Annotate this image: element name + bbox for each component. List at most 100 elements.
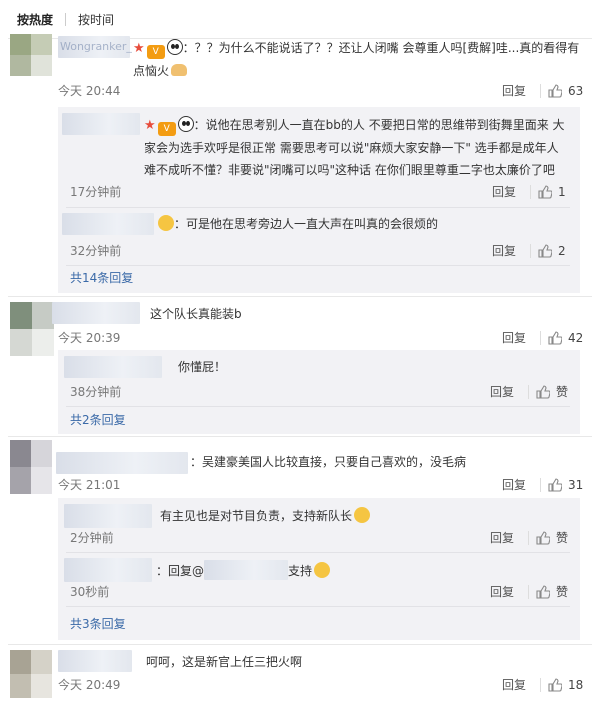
divider — [540, 331, 541, 345]
thumbs-up-icon — [536, 385, 550, 399]
divider — [530, 244, 531, 258]
divider — [66, 207, 570, 208]
more-replies-link[interactable]: 共2条回复 — [70, 412, 126, 428]
thumbs-up-icon — [538, 244, 552, 258]
comment-time: 今天 20:39 — [58, 331, 121, 345]
reply-text: ：回复@ 支持 — [156, 560, 331, 581]
username-blurred[interactable] — [62, 213, 154, 235]
username-blurred[interactable] — [64, 356, 162, 378]
comment-text: 这个队长真能装b — [150, 307, 242, 321]
reply-text: 有主见也是对节目负责，支持新队长 — [160, 506, 371, 526]
like-count: 赞 — [556, 585, 569, 599]
reply-button[interactable]: 回复 — [502, 477, 526, 493]
comment-text: ：吴建豪美国人比较直接，只要自己喜欢的，没毛病 — [190, 455, 467, 469]
divider — [540, 478, 541, 492]
star-badge-icon: ★ — [133, 41, 145, 56]
like-count: 63 — [568, 84, 584, 98]
grimace-emoji-icon — [314, 562, 331, 578]
like-button[interactable]: 18 — [548, 677, 583, 693]
like-button[interactable]: 赞 — [536, 384, 568, 400]
sort-by-time-tab[interactable]: 按时间 — [78, 11, 114, 28]
thumbs-up-icon — [548, 84, 562, 98]
like-button[interactable]: 31 — [548, 477, 583, 493]
reply-time: 32分钟前 — [70, 244, 122, 258]
sub-replies: 你懂屁！ 38分钟前 回复 赞 共2条回复 — [58, 350, 580, 434]
like-count: 1 — [558, 185, 566, 199]
vip-badge-icon: V — [146, 45, 165, 59]
divider — [8, 436, 592, 437]
like-count: 42 — [568, 331, 584, 345]
thumbs-up-icon — [548, 478, 562, 492]
reply-text: 你懂屁！ — [178, 360, 227, 374]
more-replies-link[interactable]: 共14条回复 — [70, 270, 133, 286]
grin-emoji-icon — [158, 215, 174, 231]
sort-by-hot-tab[interactable]: 按热度 — [17, 11, 53, 28]
like-button[interactable]: 赞 — [536, 530, 568, 546]
reply-button[interactable]: 回复 — [502, 83, 526, 99]
thumbs-up-icon — [548, 678, 562, 692]
sub-replies: 有主见也是对节目负责，支持新队长 2分钟前 回复 赞 ：回复@ 支持 30秒前 回… — [58, 498, 580, 640]
reply-button[interactable]: 回复 — [502, 677, 526, 693]
thumbs-up-icon — [536, 585, 550, 599]
like-count: 18 — [568, 678, 584, 692]
reply-button[interactable]: 回复 — [490, 384, 514, 400]
username-blurred[interactable]: Wongranker_ — [58, 36, 132, 58]
divider — [66, 406, 570, 407]
divider — [528, 385, 529, 399]
comment-time: 今天 20:44 — [58, 84, 121, 98]
divider — [528, 531, 529, 545]
thumbs-up-icon — [548, 331, 562, 345]
comment-time: 今天 20:49 — [58, 678, 121, 692]
divider — [540, 84, 541, 98]
comment-text: ★ V ：？？为什么不能说话了？？还让人闭嘴 会尊重人吗[费解]哇...真的看得有点… — [133, 39, 580, 78]
thumbs-up-icon — [536, 531, 550, 545]
like-count: 2 — [558, 244, 566, 258]
like-button[interactable]: 赞 — [536, 584, 568, 600]
sub-replies: ★ V ：说他在思考别人一直在bb的人 不要把日常的思维带到街舞里面来 大家会为选手… — [58, 107, 580, 293]
panda-icon — [166, 39, 183, 55]
reply-button[interactable]: 回复 — [492, 184, 516, 200]
vip-badge-icon: V — [157, 122, 176, 136]
username-blurred[interactable] — [58, 650, 132, 672]
more-replies-link[interactable]: 共3条回复 — [70, 616, 126, 632]
comment-item: Wongranker_ ★ V ：？？为什么不能说话了？？还让人闭嘴 会尊重人吗[费… — [0, 32, 600, 300]
avatar[interactable] — [10, 34, 52, 76]
like-count: 赞 — [556, 531, 569, 545]
reply-button[interactable]: 回复 — [490, 584, 514, 600]
username: Wongranker_ — [60, 40, 132, 53]
mention-blurred[interactable] — [204, 560, 289, 580]
avatar[interactable] — [10, 302, 54, 356]
like-button[interactable]: 1 — [538, 184, 566, 200]
divider — [528, 585, 529, 599]
thumbs-up-icon — [538, 185, 552, 199]
reply-time: 38分钟前 — [70, 385, 122, 399]
like-count: 31 — [568, 478, 584, 492]
avatar[interactable] — [10, 440, 52, 494]
divider — [530, 185, 531, 199]
reply-time: 17分钟前 — [70, 185, 122, 199]
reply-text: ★ V ：说他在思考别人一直在bb的人 不要把日常的思维带到街舞里面来 大家会为选手… — [144, 116, 565, 177]
divider — [66, 265, 570, 266]
comment-item: 呵呵，这是新官上任三把火啊 今天 20:49 回复 18 — [0, 648, 600, 709]
sort-divider — [65, 12, 67, 26]
panda-icon — [177, 116, 194, 132]
like-button[interactable]: 42 — [548, 330, 583, 346]
reply-button[interactable]: 回复 — [502, 330, 526, 346]
divider — [8, 296, 592, 297]
username-blurred[interactable] — [62, 113, 140, 135]
divider — [66, 606, 570, 607]
username-blurred[interactable] — [52, 302, 140, 324]
username-blurred[interactable] — [64, 558, 152, 582]
divider — [540, 678, 541, 692]
username-blurred[interactable] — [56, 452, 188, 474]
like-button[interactable]: 2 — [538, 243, 566, 259]
comment-item: ：吴建豪美国人比较直接，只要自己喜欢的，没毛病 今天 21:01 回复 31 有… — [0, 438, 600, 648]
comment-text: 呵呵，这是新官上任三把火啊 — [146, 655, 303, 669]
username-blurred[interactable] — [64, 504, 152, 528]
like-button[interactable]: 63 — [548, 83, 583, 99]
reply-button[interactable]: 回复 — [490, 530, 514, 546]
comment-item: 这个队长真能装b 今天 20:39 回复 42 你懂屁！ 38分钟前 回复 赞 … — [0, 300, 600, 434]
reply-text: ：可是他在思考旁边人一直大声在叫真的会很烦的 — [156, 214, 438, 234]
avatar[interactable] — [10, 650, 52, 698]
reply-button[interactable]: 回复 — [492, 243, 516, 259]
